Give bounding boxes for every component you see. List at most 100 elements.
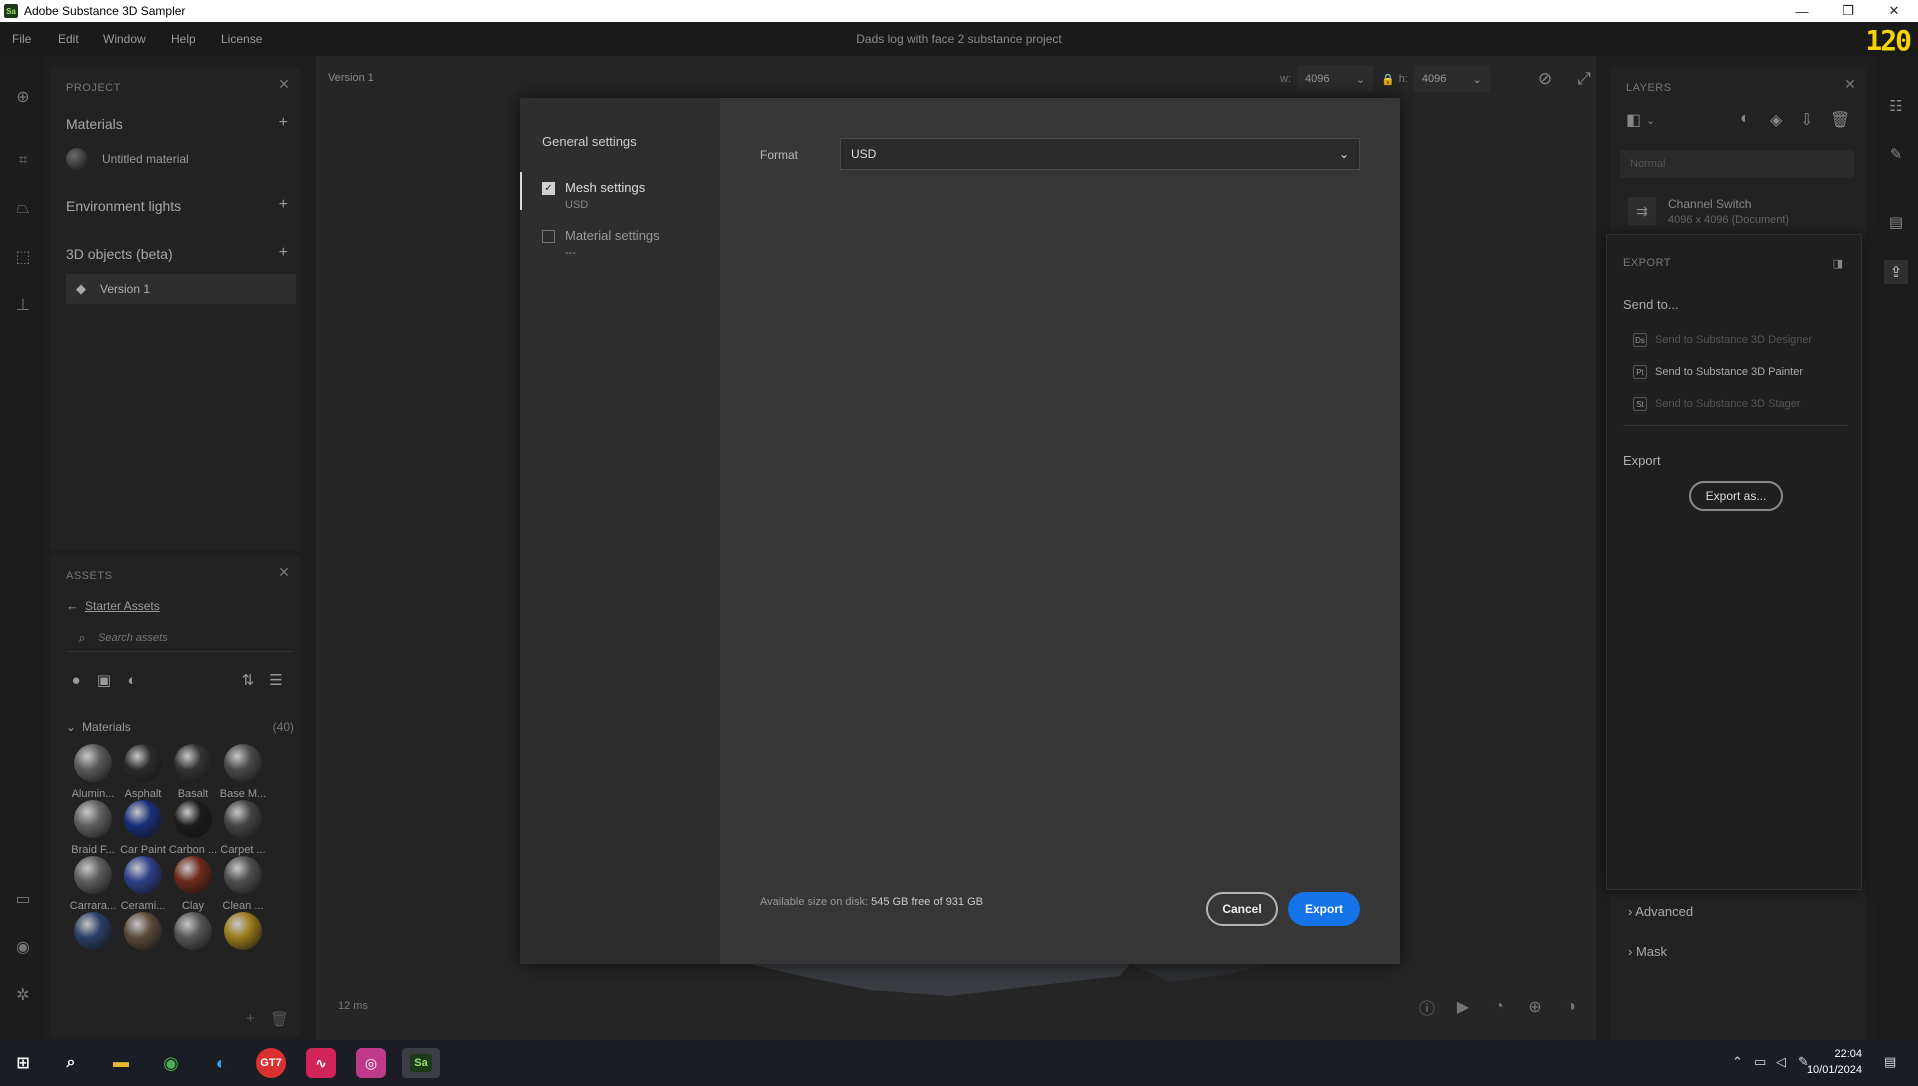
material-swatch[interactable]: Car Paint xyxy=(118,800,168,856)
chevron-up-icon[interactable]: ⌃ xyxy=(1732,1054,1743,1070)
material-settings-option[interactable]: Material settings --- xyxy=(542,228,660,259)
material-settings-checkbox[interactable] xyxy=(542,230,555,243)
stamp-icon[interactable]: ⊥ xyxy=(12,294,34,316)
mesh-settings-checkbox[interactable]: ✓ xyxy=(542,182,555,195)
environment-filter-icon[interactable]: ◐ xyxy=(122,670,142,690)
clock[interactable]: 22:04 10/01/2024 xyxy=(1807,1046,1862,1078)
send-to-painter[interactable]: Pt Send to Substance 3D Painter xyxy=(1633,365,1803,379)
properties-icon[interactable]: ☷ xyxy=(1884,94,1908,118)
menu-window[interactable]: Window xyxy=(103,32,146,46)
chevron-down-icon[interactable]: ⌄ xyxy=(1646,114,1655,127)
material-swatch[interactable]: Carrara... xyxy=(68,856,118,912)
width-select[interactable]: 4096 ⌄ xyxy=(1297,66,1373,92)
material-filter-icon[interactable]: ● xyxy=(66,670,86,690)
paint-layer-icon[interactable]: ◈ xyxy=(1770,110,1782,130)
mesh-settings-option[interactable]: ✓ Mesh settings USD xyxy=(542,180,645,211)
trash-icon[interactable]: 🗑 xyxy=(1830,110,1850,130)
material-swatch[interactable]: Carbon ... xyxy=(168,800,218,856)
material-swatch[interactable] xyxy=(68,912,118,956)
list-view-icon[interactable]: ☰ xyxy=(266,670,286,690)
plugins-icon[interactable]: ✲ xyxy=(12,984,34,1006)
export-icon[interactable]: ⇪ xyxy=(1884,260,1908,284)
grid-icon[interactable]: ⊕ xyxy=(1524,996,1546,1018)
layer-channel-switch[interactable]: ⇉ Channel Switch 4096 x 4096 (Document) xyxy=(1620,190,1854,232)
menu-file[interactable]: File xyxy=(12,32,31,46)
material-swatch[interactable]: Alumin... xyxy=(68,744,118,800)
display-icon[interactable]: ▭ xyxy=(12,888,34,910)
close-window-button[interactable]: ✕ xyxy=(1872,0,1916,22)
chrome-icon[interactable]: ◉ xyxy=(156,1048,186,1078)
material-swatch[interactable]: Clay xyxy=(168,856,218,912)
edge-icon[interactable]: ◐ xyxy=(206,1048,236,1078)
sampler-taskbar-icon[interactable]: Sa xyxy=(402,1048,440,1078)
pin-icon[interactable]: ◨ xyxy=(1833,257,1843,270)
menu-license[interactable]: License xyxy=(221,32,262,46)
lighting-icon[interactable]: ◔ xyxy=(1488,996,1510,1018)
add-material-button[interactable]: + xyxy=(279,114,288,132)
add-icon[interactable]: ⊕ xyxy=(12,86,34,108)
maximize-button[interactable]: ❐ xyxy=(1826,0,1870,22)
close-icon[interactable]: ✕ xyxy=(1842,76,1858,92)
material-item[interactable]: Untitled material xyxy=(66,148,189,170)
paint-icon[interactable]: ◉ xyxy=(12,936,34,958)
notification-icon[interactable]: ▤ xyxy=(1884,1054,1896,1070)
camera-icon[interactable]: ▶ xyxy=(1452,996,1474,1018)
close-icon[interactable]: ✕ xyxy=(276,564,292,580)
trash-icon[interactable]: 🗑 xyxy=(270,1010,289,1028)
advanced-section[interactable]: › Advanced xyxy=(1628,904,1693,919)
flip-icon[interactable]: ◧ xyxy=(1626,110,1641,130)
material-swatch[interactable] xyxy=(168,912,218,956)
material-swatch[interactable]: Cerami... xyxy=(118,856,168,912)
breadcrumb-starter-assets[interactable]: Starter Assets xyxy=(85,599,160,613)
windows-start-icon[interactable]: ⊞ xyxy=(8,1048,38,1078)
material-swatch[interactable]: Clean ... xyxy=(218,856,268,912)
ruler-icon[interactable]: ✎ xyxy=(1884,142,1908,166)
perspective-icon[interactable]: ⏢ xyxy=(12,198,34,220)
add-object-button[interactable]: + xyxy=(279,244,288,262)
import-icon[interactable]: ⇩ xyxy=(1800,110,1813,130)
mask-section[interactable]: › Mask xyxy=(1628,944,1667,959)
cancel-button[interactable]: Cancel xyxy=(1206,892,1278,926)
creative-cloud-icon[interactable]: ◎ xyxy=(356,1048,386,1078)
material-swatch[interactable]: Carpet ... xyxy=(218,800,268,856)
fill-layer-icon[interactable]: ◐ xyxy=(1740,110,1750,128)
expand-icon[interactable]: ⤢ xyxy=(1573,68,1595,90)
export-button[interactable]: Export xyxy=(1288,892,1360,926)
environment-icon[interactable]: ◑ xyxy=(1560,996,1582,1018)
material-swatch[interactable]: Asphalt xyxy=(118,744,168,800)
material-swatch[interactable] xyxy=(218,912,268,956)
object-item-version-1[interactable]: ◆ Version 1 xyxy=(66,274,296,304)
material-swatch[interactable]: Basalt xyxy=(168,744,218,800)
close-icon[interactable]: ✕ xyxy=(276,76,292,92)
blend-mode-select[interactable]: Normal xyxy=(1620,150,1854,178)
height-select[interactable]: 4096 ⌄ xyxy=(1413,66,1490,92)
breadcrumb[interactable]: ← Starter Assets xyxy=(66,598,160,613)
add-environment-button[interactable]: + xyxy=(279,196,288,214)
select-icon[interactable]: ⬚ xyxy=(12,246,34,268)
menu-help[interactable]: Help xyxy=(171,32,196,46)
document-icon[interactable]: ▤ xyxy=(1884,210,1908,234)
audio-app-icon[interactable]: ∿ xyxy=(306,1048,336,1078)
export-as-button[interactable]: Export as... xyxy=(1689,481,1783,511)
material-swatch[interactable]: Braid F... xyxy=(68,800,118,856)
materials-group-header[interactable]: ⌄ Materials (40) xyxy=(66,720,294,734)
search-icon[interactable]: ⌕ xyxy=(56,1048,86,1078)
view-mode-icon[interactable]: ⊘ xyxy=(1534,68,1556,90)
image-filter-icon[interactable]: ▣ xyxy=(94,670,114,690)
file-explorer-icon[interactable]: ▬ xyxy=(106,1048,136,1078)
format-select[interactable]: USD ⌄ xyxy=(840,138,1360,170)
info-icon[interactable]: ⓘ xyxy=(1416,996,1438,1018)
material-swatch[interactable] xyxy=(118,912,168,956)
material-swatch[interactable]: Base M... xyxy=(218,744,268,800)
lock-icon[interactable]: 🔒 xyxy=(1381,73,1395,86)
crop-icon[interactable]: ⌗ xyxy=(12,150,34,172)
gt7-icon[interactable]: GT7 xyxy=(256,1048,286,1078)
volume-icon[interactable]: ◁ xyxy=(1776,1054,1786,1070)
search-input[interactable] xyxy=(98,631,278,644)
add-asset-icon[interactable]: + xyxy=(246,1010,255,1027)
send-to-stager[interactable]: St Send to Substance 3D Stager xyxy=(1633,397,1801,411)
send-to-designer[interactable]: Ds Send to Substance 3D Designer xyxy=(1633,333,1812,347)
sort-icon[interactable]: ⇅ xyxy=(238,670,258,690)
network-icon[interactable]: ▭ xyxy=(1754,1054,1766,1070)
menu-edit[interactable]: Edit xyxy=(58,32,79,46)
